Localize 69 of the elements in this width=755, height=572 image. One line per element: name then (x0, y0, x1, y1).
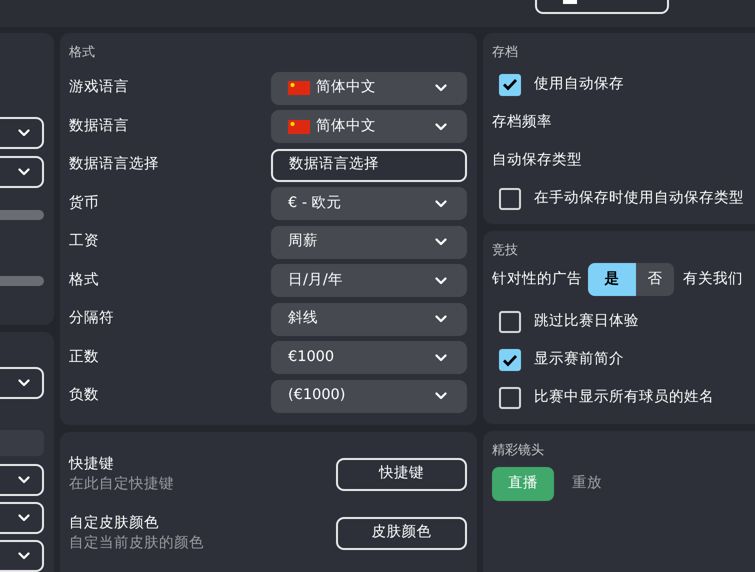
checkmark-icon (502, 78, 518, 91)
setting-label: 货币 (69, 194, 99, 213)
chevron-down-icon (18, 514, 30, 522)
chevron-down-icon (435, 122, 447, 131)
chevron-down-icon (18, 552, 30, 560)
dropdown[interactable]: (€1000) (271, 380, 467, 413)
option-description: 在此自定快捷键 (69, 474, 174, 494)
option-title: 自定皮肤颜色 (69, 514, 160, 533)
slider-track[interactable] (0, 210, 44, 220)
chevron-down-icon (435, 392, 447, 400)
checkbox[interactable] (499, 74, 521, 96)
dropdown[interactable]: 斜线 (271, 302, 467, 336)
settings-button[interactable]: 皮肤颜色 (336, 516, 467, 550)
dropdown[interactable] (0, 117, 44, 149)
section-title: 竞技 (492, 242, 519, 260)
toggle-option[interactable]: 否 (636, 263, 674, 296)
dropdown[interactable] (0, 540, 44, 572)
dropdown[interactable] (0, 156, 44, 188)
dropdown[interactable]: 周薪 (271, 226, 467, 259)
chevron-down-icon (435, 238, 447, 246)
setting-label: 格式 (69, 270, 99, 290)
setting-label: 针对性的广告 (492, 270, 582, 289)
section-title: 精彩镜头 (492, 442, 545, 460)
checkbox-label: 比赛中显示所有球员的姓名 (534, 388, 714, 408)
dropdown[interactable]: 简体中文 (271, 110, 467, 144)
checkbox-label: 使用自动保存 (534, 74, 624, 94)
setting-label: 负数 (69, 386, 99, 406)
dropdown[interactable]: €1000 (271, 341, 467, 374)
setting-label: 游戏语言 (69, 78, 129, 98)
dropdown[interactable]: 日/月/年 (271, 264, 467, 298)
setting-label: 存档频率 (492, 112, 552, 132)
setting-label: 正数 (69, 348, 99, 367)
chevron-down-icon (18, 129, 30, 137)
dropdown[interactable] (0, 367, 44, 399)
dropdown[interactable]: € - 欧元 (271, 187, 467, 220)
checkbox-label: 跳过比赛日体验 (534, 312, 639, 332)
checkbox-label: 显示赛前简介 (534, 350, 624, 370)
setting-label: 自动保存类型 (492, 150, 582, 170)
dropdown[interactable]: 简体中文 (271, 72, 467, 105)
chevron-down-icon (18, 379, 30, 387)
checkbox-label: 在手动保存时使用自动保存类型 (534, 188, 744, 208)
input-field[interactable]: 数据语言选择 (271, 148, 467, 182)
chevron-down-icon (435, 354, 447, 362)
setting-label: 数据语言 (69, 116, 129, 136)
section-title: 格式 (69, 44, 96, 62)
chevron-down-icon (435, 84, 447, 92)
chevron-down-icon (18, 476, 30, 484)
setting-label: 工资 (69, 232, 99, 252)
checkbox[interactable] (499, 311, 521, 333)
chevron-down-icon (435, 276, 447, 285)
slider-track[interactable] (0, 276, 44, 286)
checkbox[interactable] (499, 188, 521, 210)
setting-label: 数据语言选择 (69, 154, 159, 174)
mode-tab[interactable]: 重放 (556, 466, 618, 500)
info-link[interactable]: 有关我们 (683, 268, 743, 290)
setting-label: 分隔符 (69, 309, 114, 328)
chevron-down-icon (435, 200, 447, 208)
chevron-down-icon (18, 168, 30, 176)
checkmark-icon (502, 354, 518, 366)
dropdown[interactable] (0, 502, 44, 534)
toggle-option[interactable]: 是 (588, 263, 636, 296)
checkbox[interactable] (499, 349, 521, 371)
settings-button[interactable]: 快捷键 (336, 458, 467, 490)
section-title: 存档 (492, 44, 519, 62)
option-description: 自定当前皮肤的颜色 (69, 534, 204, 553)
checkbox[interactable] (499, 387, 521, 409)
chevron-down-icon (435, 315, 447, 324)
option-title: 快捷键 (69, 455, 115, 474)
dropdown[interactable] (0, 464, 44, 496)
